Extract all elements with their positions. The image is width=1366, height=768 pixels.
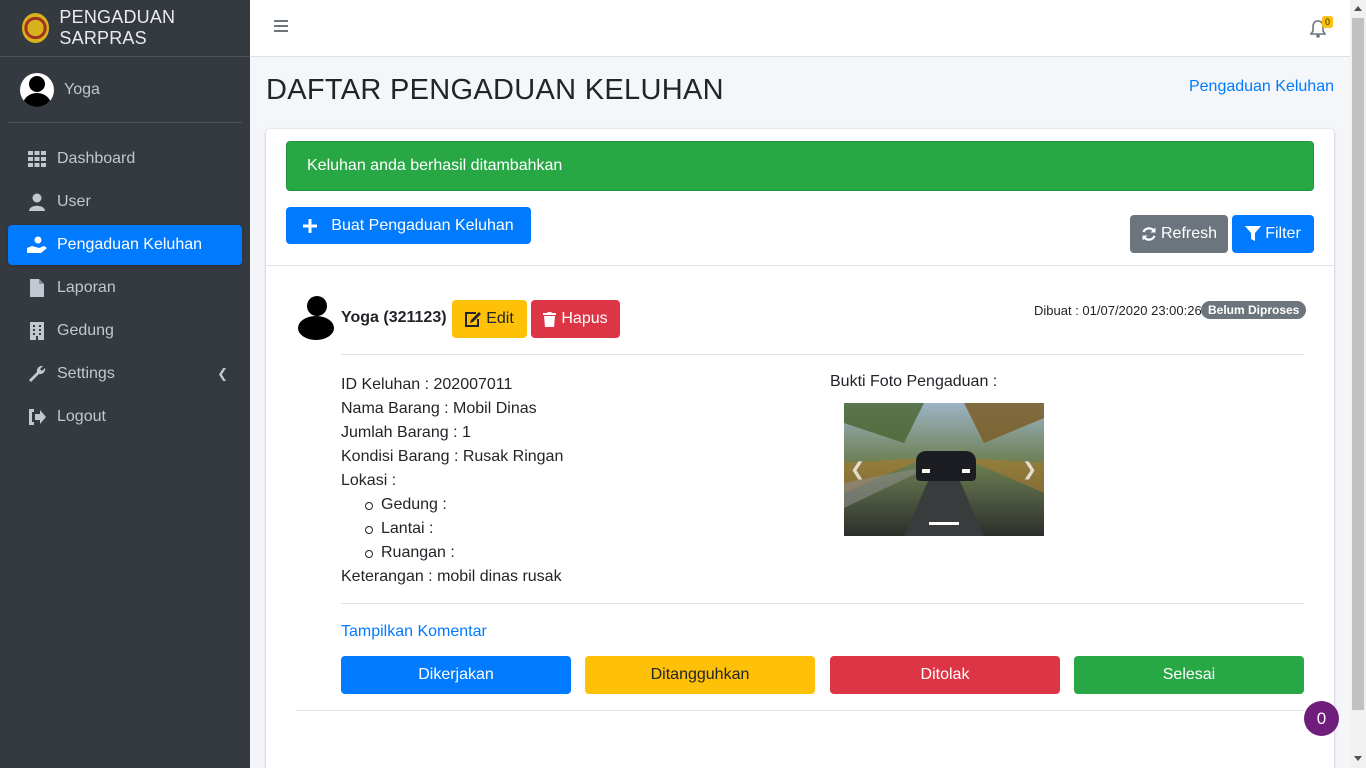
divider bbox=[341, 354, 1304, 355]
complaint-details: ID Keluhan : 202007011 Nama Barang : Mob… bbox=[341, 373, 563, 589]
location-floor: Lantai : bbox=[365, 517, 563, 541]
notification-badge: 0 bbox=[1322, 16, 1334, 28]
grid-icon bbox=[27, 150, 47, 168]
brand-logo bbox=[22, 13, 50, 43]
car-shape bbox=[916, 451, 976, 481]
car-headlight bbox=[962, 469, 970, 473]
sidebar-item-logout[interactable]: Logout bbox=[8, 397, 242, 437]
sidebar-item-settings[interactable]: Settings ❮ bbox=[8, 354, 242, 394]
floating-count-badge[interactable]: 0 bbox=[1304, 701, 1339, 736]
refresh-label: Refresh bbox=[1160, 225, 1218, 242]
sidebar-item-label: Settings bbox=[57, 365, 115, 382]
menu-toggle-icon[interactable] bbox=[274, 20, 288, 34]
mark-working-button[interactable]: Dikerjakan bbox=[341, 656, 571, 694]
sidebar-item-label: Pengaduan Keluhan bbox=[57, 236, 203, 253]
top-navbar: 0 bbox=[250, 0, 1350, 57]
car-headlight bbox=[922, 469, 930, 473]
scroll-up-icon[interactable] bbox=[1354, 6, 1362, 11]
carousel-indicator[interactable] bbox=[929, 522, 959, 525]
evidence-photo-carousel[interactable]: ❮ ❯ bbox=[844, 403, 1044, 536]
location-building: Gedung : bbox=[365, 493, 563, 517]
photo-label: Bukti Foto Pengaduan : bbox=[830, 373, 998, 390]
complaint-user-avatar bbox=[298, 296, 334, 340]
plus-icon bbox=[303, 218, 318, 233]
item-condition: Kondisi Barang : Rusak Ringan bbox=[341, 448, 564, 465]
edit-label: Edit bbox=[486, 310, 514, 327]
success-alert: Keluhan anda berhasil ditambahkan bbox=[286, 141, 1314, 191]
page-title: DAFTAR PENGADUAN KELUHAN bbox=[266, 74, 724, 106]
mark-done-button[interactable]: Selesai bbox=[1074, 656, 1304, 694]
sidebar-item-label: Dashboard bbox=[57, 150, 136, 167]
sidebar-item-label: Laporan bbox=[57, 279, 116, 296]
mark-rejected-button[interactable]: Ditolak bbox=[830, 656, 1060, 694]
created-timestamp: Dibuat : 01/07/2020 23:00:26 bbox=[1034, 303, 1202, 318]
user-panel[interactable]: Yoga bbox=[8, 57, 242, 123]
sidebar-item-user[interactable]: User bbox=[8, 182, 242, 222]
document-icon bbox=[27, 279, 47, 297]
user-name: Yoga bbox=[64, 80, 100, 98]
status-badge: Belum Diproses bbox=[1201, 301, 1307, 319]
location-label: Lokasi : bbox=[341, 472, 397, 489]
brand-link[interactable]: PENGADUAN SARPRAS bbox=[0, 0, 250, 57]
complaint-id: ID Keluhan : 202007011 bbox=[341, 376, 513, 393]
edit-icon bbox=[465, 311, 482, 327]
sidebar-item-gedung[interactable]: Gedung bbox=[8, 311, 242, 351]
item-quantity: Jumlah Barang : 1 bbox=[341, 424, 471, 441]
breadcrumb[interactable]: Pengaduan Keluhan bbox=[1189, 78, 1334, 96]
sidebar-item-dashboard[interactable]: Dashboard bbox=[8, 139, 242, 179]
item-name: Nama Barang : Mobil Dinas bbox=[341, 400, 537, 417]
carousel-next-icon[interactable]: ❯ bbox=[1022, 459, 1037, 480]
brand-title: PENGADUAN SARPRAS bbox=[59, 7, 176, 48]
building-icon bbox=[27, 322, 47, 340]
sidebar-item-label: Gedung bbox=[57, 322, 114, 339]
divider bbox=[296, 710, 1304, 711]
sidebar-item-pengaduan-keluhan[interactable]: Pengaduan Keluhan bbox=[8, 225, 242, 265]
show-comments-link[interactable]: Tampilkan Komentar bbox=[341, 623, 487, 641]
refresh-button[interactable]: Refresh bbox=[1130, 215, 1228, 253]
carousel-prev-icon[interactable]: ❮ bbox=[850, 459, 865, 480]
filter-label: Filter bbox=[1265, 225, 1301, 242]
chevron-left-icon: ❮ bbox=[217, 366, 228, 381]
complaint-note: Keterangan : mobil dinas rusak bbox=[341, 568, 562, 585]
sidebar: PENGADUAN SARPRAS Yoga Dashboard User Pe… bbox=[0, 0, 250, 768]
user-icon bbox=[27, 193, 47, 211]
avatar bbox=[20, 72, 54, 107]
scroll-down-icon[interactable] bbox=[1354, 756, 1362, 761]
complaint-card: Keluhan anda berhasil ditambahkan Buat P… bbox=[266, 129, 1334, 768]
edit-button[interactable]: Edit bbox=[452, 300, 527, 338]
sidebar-item-laporan[interactable]: Laporan bbox=[8, 268, 242, 308]
delete-label: Hapus bbox=[561, 310, 608, 327]
delete-button[interactable]: Hapus bbox=[531, 300, 620, 338]
trash-icon bbox=[543, 311, 557, 327]
scroll-thumb[interactable] bbox=[1352, 18, 1364, 710]
scrollbar[interactable] bbox=[1350, 0, 1366, 768]
create-complaint-label: Buat Pengaduan Keluhan bbox=[331, 216, 514, 234]
location-room: Ruangan : bbox=[365, 541, 563, 565]
logout-icon bbox=[27, 408, 47, 426]
sidebar-item-label: Logout bbox=[57, 408, 106, 425]
filter-icon bbox=[1245, 226, 1262, 241]
location-list: Gedung : Lantai : Ruangan : bbox=[341, 493, 563, 565]
refresh-icon bbox=[1142, 227, 1156, 241]
sidebar-nav: Dashboard User Pengaduan Keluhan Laporan… bbox=[0, 139, 250, 437]
hand-user-icon bbox=[27, 236, 47, 254]
filter-button[interactable]: Filter bbox=[1232, 215, 1314, 253]
complaint-user: Yoga (321123) bbox=[341, 309, 447, 326]
sidebar-item-label: User bbox=[57, 193, 91, 210]
divider bbox=[341, 603, 1304, 604]
wrench-icon bbox=[27, 365, 47, 383]
create-complaint-button[interactable]: Buat Pengaduan Keluhan bbox=[286, 207, 531, 244]
divider bbox=[266, 265, 1334, 266]
mark-postponed-button[interactable]: Ditangguhkan bbox=[585, 656, 815, 694]
